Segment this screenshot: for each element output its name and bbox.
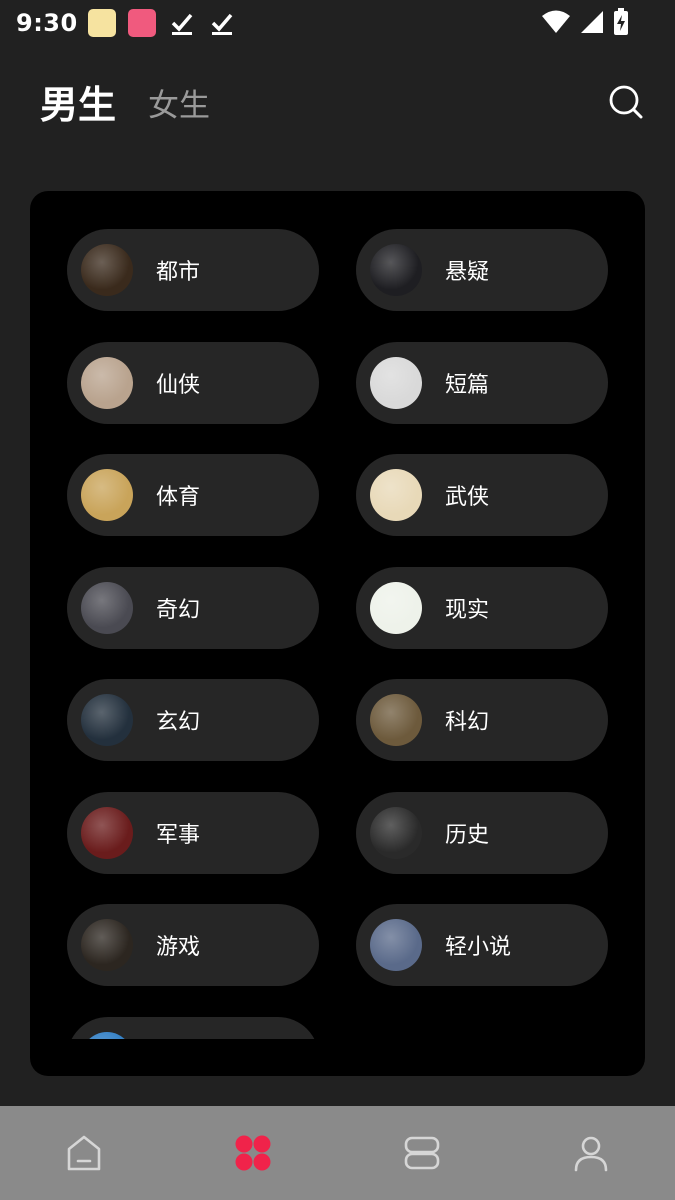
category-icon	[235, 1135, 271, 1171]
battery-charging-icon	[614, 8, 628, 35]
category-label: 历史	[445, 822, 490, 848]
category-cover-image	[370, 806, 422, 859]
app-notification-icon	[127, 9, 156, 37]
download-done-icon	[211, 13, 233, 35]
category-label: 仙侠	[156, 372, 201, 398]
tab-male[interactable]: 男生	[40, 74, 116, 129]
category-grid: 都市 悬疑仙侠 短篇体育 武侠奇幻 现实玄幻 科幻军事 历史游戏 轻小说	[67, 229, 608, 1039]
category-item[interactable]: 悬疑	[356, 229, 608, 311]
category-label: 短篇	[445, 372, 490, 398]
category-cover-image	[370, 244, 422, 296]
category-cover-image	[81, 581, 133, 634]
signal-icon	[581, 11, 603, 33]
category-cover-image	[81, 469, 133, 521]
search-icon[interactable]	[606, 82, 646, 122]
category-cover-image	[370, 919, 422, 971]
category-item[interactable]: 游戏	[67, 904, 319, 986]
category-cover-image	[370, 581, 422, 634]
category-item[interactable]	[67, 1016, 319, 1039]
download-done-icon	[171, 13, 193, 35]
nav-category[interactable]	[169, 1106, 338, 1200]
category-item[interactable]: 都市	[67, 229, 319, 311]
bottom-navigation	[0, 1106, 675, 1200]
nav-bookshelf[interactable]	[338, 1106, 507, 1200]
category-cover-image	[370, 694, 422, 746]
category-label: 轻小说	[445, 935, 512, 960]
category-label: 体育	[156, 485, 201, 510]
status-time: 9:30	[16, 9, 78, 37]
category-label: 奇幻	[156, 597, 201, 623]
category-item[interactable]: 科幻	[356, 679, 608, 761]
category-item[interactable]: 玄幻	[67, 679, 319, 761]
category-cover-image	[370, 469, 422, 521]
category-item[interactable]: 军事	[67, 791, 319, 874]
category-item[interactable]: 现实	[356, 566, 608, 649]
header: 男生 女生	[0, 60, 675, 140]
home-icon	[68, 1135, 101, 1171]
category-item[interactable]: 仙侠	[67, 341, 319, 424]
system-icons	[541, 8, 629, 36]
bookshelf-icon	[404, 1136, 440, 1170]
profile-icon	[574, 1136, 607, 1172]
category-cover-image	[81, 919, 133, 971]
category-cover-image	[81, 244, 133, 296]
status-bar: 9:30	[0, 0, 675, 46]
category-cover-image	[81, 1031, 133, 1039]
tab-female[interactable]: 女生	[148, 80, 210, 125]
category-cover-image	[81, 806, 133, 859]
category-label: 都市	[156, 260, 201, 285]
nav-home[interactable]	[0, 1106, 169, 1200]
nav-profile[interactable]	[506, 1106, 675, 1200]
category-item[interactable]: 体育	[67, 454, 319, 536]
category-label: 科幻	[445, 710, 490, 735]
category-item[interactable]: 武侠	[356, 454, 608, 536]
category-cover-image	[370, 356, 422, 409]
category-cover-image	[81, 356, 133, 409]
category-item[interactable]: 轻小说	[356, 904, 608, 986]
category-label: 悬疑	[445, 260, 490, 285]
category-label: 现实	[445, 597, 490, 623]
category-item[interactable]: 历史	[356, 791, 608, 874]
wifi-icon	[542, 10, 570, 33]
category-item[interactable]: 奇幻	[67, 566, 319, 649]
app-notification-icon	[87, 9, 116, 37]
category-label: 游戏	[156, 935, 201, 960]
category-cover-image	[81, 694, 133, 746]
category-label: 武侠	[445, 485, 490, 510]
category-label: 玄幻	[156, 710, 201, 735]
category-label: 军事	[156, 822, 201, 848]
category-panel: 都市 悬疑仙侠 短篇体育 武侠奇幻 现实玄幻 科幻军事 历史游戏 轻小说	[30, 191, 645, 1076]
category-item[interactable]: 短篇	[356, 341, 608, 424]
